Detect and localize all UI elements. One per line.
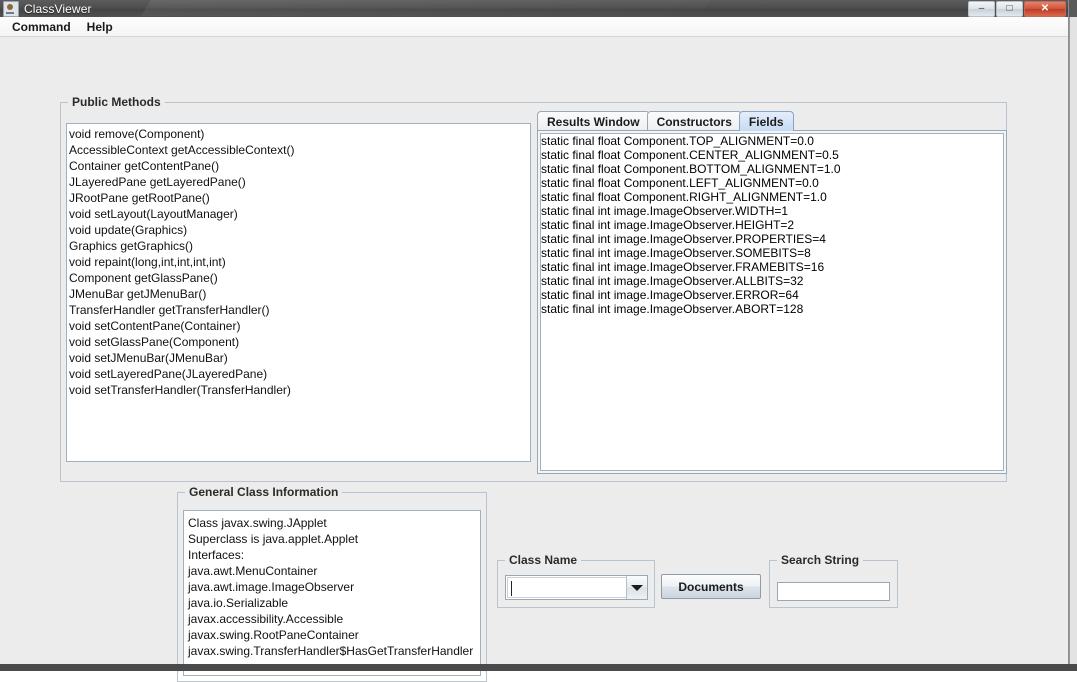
window-controls: – □ ✕: [968, 1, 1066, 17]
tab-label: Results Window: [547, 115, 640, 129]
list-item[interactable]: static final int image.ImageObserver.ABO…: [541, 302, 1003, 316]
class-name-input[interactable]: [507, 577, 626, 598]
tab-label: Constructors: [657, 115, 732, 129]
list-item[interactable]: Component getGlassPane(): [69, 270, 530, 286]
tab-results-window[interactable]: Results Window: [537, 111, 650, 131]
list-item[interactable]: TransferHandler getTransferHandler(): [69, 302, 530, 318]
desktop-bottom-strip: [0, 664, 1077, 671]
window-edge-top-right: [1069, 0, 1077, 17]
list-item[interactable]: static final int image.ImageObserver.ERR…: [541, 288, 1003, 302]
general-class-information-rows: Class javax.swing.JAppletSuperclass is j…: [184, 511, 480, 659]
general-class-information-text[interactable]: Class javax.swing.JAppletSuperclass is j…: [183, 510, 481, 676]
fields-rows: static final float Component.TOP_ALIGNME…: [541, 134, 1003, 316]
class-name-title: Class Name: [505, 553, 581, 567]
list-item[interactable]: JRootPane getRootPane(): [69, 190, 530, 206]
maximize-button[interactable]: □: [996, 1, 1023, 17]
list-item[interactable]: AccessibleContext getAccessibleContext(): [69, 142, 530, 158]
menu-item-help[interactable]: Help: [79, 18, 121, 36]
list-item[interactable]: void setLayeredPane(JLayeredPane): [69, 366, 530, 382]
info-line[interactable]: java.awt.image.ImageObserver: [188, 579, 480, 595]
info-line[interactable]: Superclass is java.applet.Applet: [188, 531, 480, 547]
menu-bar: Command Help: [0, 17, 1068, 37]
search-string-title: Search String: [777, 553, 863, 567]
list-item[interactable]: JLayeredPane getLayeredPane(): [69, 174, 530, 190]
search-string-group: Search String: [769, 560, 898, 608]
list-item[interactable]: static final int image.ImageObserver.FRA…: [541, 260, 1003, 274]
list-item[interactable]: Graphics getGraphics(): [69, 238, 530, 254]
minimize-icon: –: [969, 2, 994, 16]
list-item[interactable]: Container getContentPane(): [69, 158, 530, 174]
list-item[interactable]: JMenuBar getJMenuBar(): [69, 286, 530, 302]
list-item[interactable]: void setLayout(LayoutManager): [69, 206, 530, 222]
tab-label: Fields: [749, 115, 784, 129]
java-coffee-cup-icon: [3, 1, 19, 17]
tab-fields[interactable]: Fields: [739, 111, 794, 131]
general-class-information-title: General Class Information: [185, 485, 342, 499]
search-input[interactable]: [777, 582, 890, 601]
title-bar: ClassViewer – □ ✕: [0, 0, 1068, 17]
list-item[interactable]: static final float Component.CENTER_ALIG…: [541, 148, 1003, 162]
application-window: ClassViewer – □ ✕ Command Help Public Me…: [0, 0, 1069, 664]
list-item[interactable]: void setTransferHandler(TransferHandler): [69, 382, 530, 398]
public-methods-rows: void remove(Component)AccessibleContext …: [67, 124, 530, 398]
tab-strip: Results Window Constructors Fields: [537, 110, 791, 131]
content-area: Public Methods void remove(Component)Acc…: [0, 37, 1068, 663]
list-item[interactable]: void setJMenuBar(JMenuBar): [69, 350, 530, 366]
info-line[interactable]: Class javax.swing.JApplet: [188, 515, 480, 531]
public-methods-list[interactable]: void remove(Component)AccessibleContext …: [66, 123, 531, 462]
list-item[interactable]: static final int image.ImageObserver.ALL…: [541, 274, 1003, 288]
tab-content-panel: static final float Component.TOP_ALIGNME…: [537, 130, 1007, 474]
chevron-down-icon: [631, 585, 643, 591]
list-item[interactable]: static final float Component.BOTTOM_ALIG…: [541, 162, 1003, 176]
list-item[interactable]: static final int image.ImageObserver.SOM…: [541, 246, 1003, 260]
list-item[interactable]: void setContentPane(Container): [69, 318, 530, 334]
info-line[interactable]: javax.swing.RootPaneContainer: [188, 627, 480, 643]
desktop-right-strip: [1069, 17, 1077, 664]
minimize-button[interactable]: –: [968, 1, 995, 17]
list-item[interactable]: static final int image.ImageObserver.HEI…: [541, 218, 1003, 232]
menu-item-command[interactable]: Command: [4, 18, 79, 36]
info-line[interactable]: Interfaces:: [188, 547, 480, 563]
list-item[interactable]: static final float Component.LEFT_ALIGNM…: [541, 176, 1003, 190]
info-line[interactable]: javax.accessibility.Accessible: [188, 611, 480, 627]
class-name-group: Class Name: [497, 560, 655, 608]
text-caret: [511, 581, 512, 596]
list-item[interactable]: static final int image.ImageObserver.PRO…: [541, 232, 1003, 246]
documents-button[interactable]: Documents: [661, 574, 761, 599]
info-line[interactable]: java.awt.MenuContainer: [188, 563, 480, 579]
list-item[interactable]: static final int image.ImageObserver.WID…: [541, 204, 1003, 218]
list-item[interactable]: static final float Component.TOP_ALIGNME…: [541, 134, 1003, 148]
tab-constructors[interactable]: Constructors: [647, 111, 742, 131]
class-name-dropdown-button[interactable]: [626, 576, 647, 599]
info-line[interactable]: javax.swing.TransferHandler$HasGetTransf…: [188, 643, 480, 659]
tabbed-pane: Results Window Constructors Fields stati…: [537, 110, 1007, 474]
maximize-icon: □: [997, 2, 1022, 16]
list-item[interactable]: static final float Component.RIGHT_ALIGN…: [541, 190, 1003, 204]
class-name-combobox[interactable]: [505, 575, 648, 600]
list-item[interactable]: void remove(Component): [69, 126, 530, 142]
list-item[interactable]: void repaint(long,int,int,int,int): [69, 254, 530, 270]
list-item[interactable]: void update(Graphics): [69, 222, 530, 238]
info-line[interactable]: java.io.Serializable: [188, 595, 480, 611]
fields-list[interactable]: static final float Component.TOP_ALIGNME…: [540, 133, 1004, 471]
close-icon: ✕: [1025, 2, 1065, 16]
list-item[interactable]: void setGlassPane(Component): [69, 334, 530, 350]
close-button[interactable]: ✕: [1024, 1, 1066, 17]
public-methods-title: Public Methods: [68, 95, 165, 109]
window-title: ClassViewer: [24, 2, 92, 16]
